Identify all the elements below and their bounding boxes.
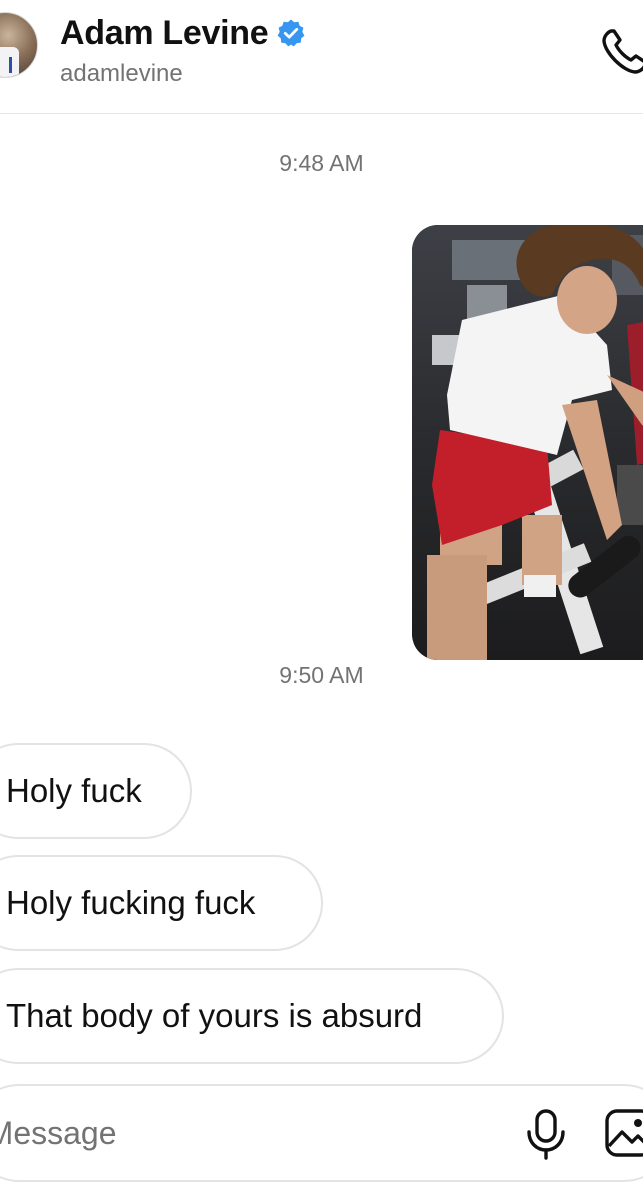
phone-icon[interactable] bbox=[598, 22, 643, 78]
gallery-icon[interactable] bbox=[604, 1108, 643, 1158]
message-timestamp: 9:50 AM bbox=[279, 662, 364, 688]
message-timestamp: 9:48 AM bbox=[279, 150, 364, 176]
avatar-jersey-number bbox=[9, 57, 22, 73]
message-input[interactable] bbox=[0, 1110, 440, 1156]
received-message-bubble[interactable]: Holy fucking fuck bbox=[0, 855, 323, 951]
thread-header: Adam Levine adamlevine bbox=[0, 0, 643, 114]
received-message-bubble[interactable]: Holy fuck bbox=[0, 743, 192, 839]
contact-name-row[interactable]: Adam Levine bbox=[60, 12, 306, 54]
received-message-bubble[interactable]: That body of yours is absurd bbox=[0, 968, 504, 1064]
contact-name[interactable]: Adam Levine bbox=[60, 14, 269, 53]
contact-handle: adamlevine bbox=[60, 60, 183, 87]
verified-badge-icon bbox=[276, 18, 306, 48]
sent-photo-message[interactable] bbox=[412, 225, 643, 660]
avatar[interactable] bbox=[0, 12, 38, 78]
mic-icon[interactable] bbox=[524, 1108, 568, 1160]
dm-thread-screen: Adam Levine adamlevine 9:48 AM 9:50 AM H… bbox=[0, 0, 643, 1200]
